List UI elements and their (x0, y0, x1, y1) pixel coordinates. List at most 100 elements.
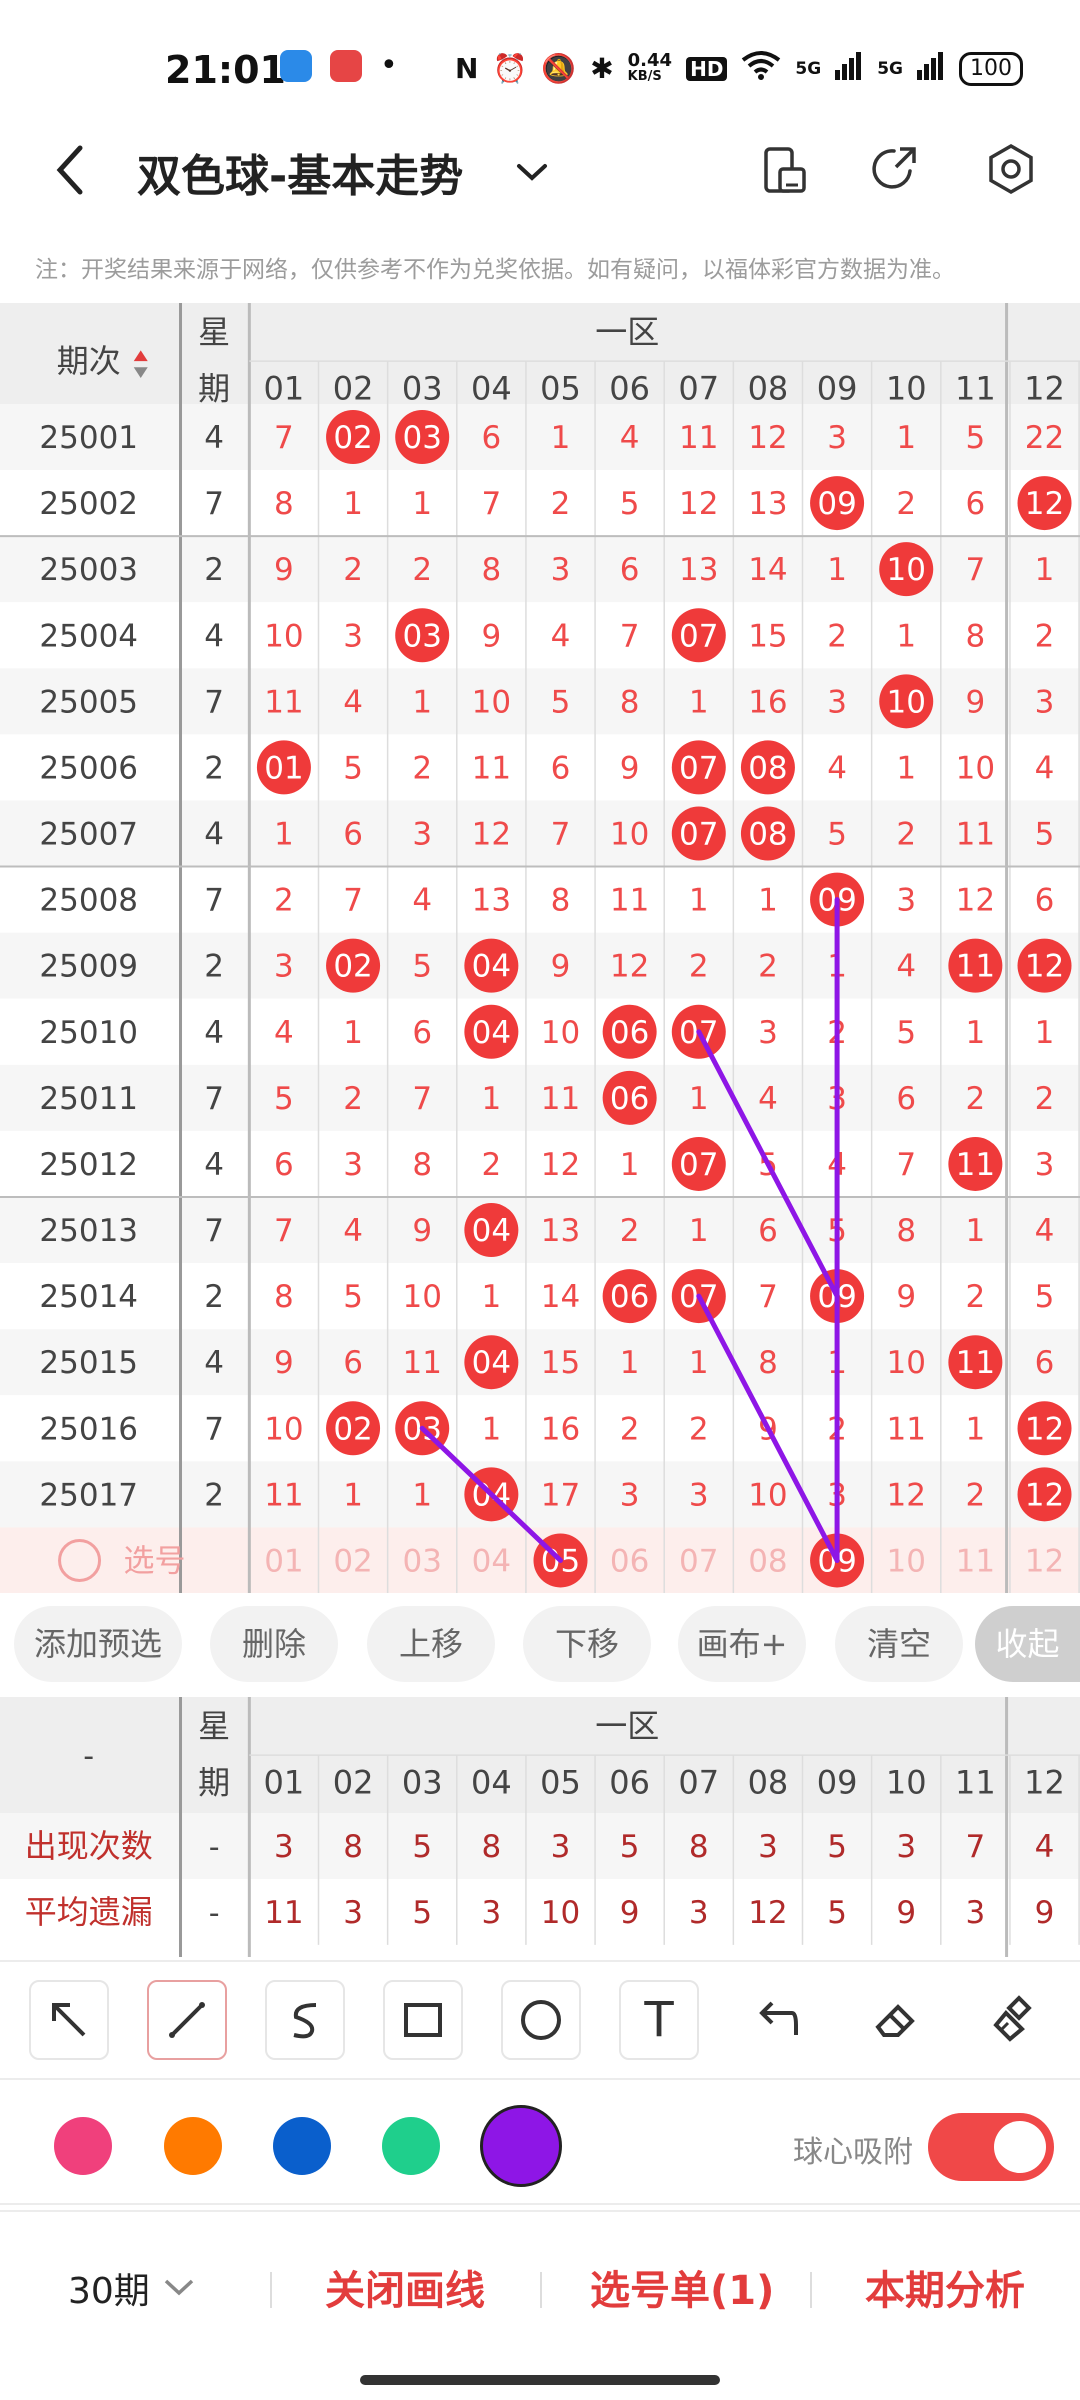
omission-cell: 13 (748, 486, 787, 522)
winning-ball-number: 06 (610, 1081, 649, 1117)
week-column-header-2: 期 (198, 1763, 230, 1801)
circle-tool[interactable] (501, 1980, 581, 2060)
omission-cell: 10 (264, 1411, 303, 1447)
number-column-header: 08 (748, 369, 789, 407)
week-cell: 7 (204, 883, 224, 919)
chevron-down-icon[interactable] (515, 160, 549, 188)
color-swatch-pink[interactable] (54, 2117, 112, 2175)
pick-number-option[interactable]: 11 (956, 1543, 995, 1579)
omission-cell: 1 (689, 883, 709, 919)
week-column-header-1: 星 (198, 313, 230, 351)
number-column-header: 07 (678, 369, 719, 407)
omission-cell: 11 (264, 684, 303, 720)
winning-ball-number: 02 (333, 949, 372, 985)
settings-gear-icon[interactable] (985, 143, 1037, 199)
week-column-header-1: 星 (198, 1707, 230, 1745)
number-column-header: 12 (1024, 1763, 1065, 1801)
pick-number-option[interactable]: 08 (748, 1543, 787, 1579)
pick-number-option[interactable]: 12 (1025, 1543, 1064, 1579)
color-swatch-blue[interactable] (273, 2117, 331, 2175)
omission-cell: 5 (827, 817, 847, 853)
status-bar: 21:01 • N ⏰ 🔕 ✱ 0.44 KB/S HD 5G 5G 100 (0, 0, 1080, 130)
omission-cell: 2 (620, 1411, 640, 1447)
pick-number-option[interactable]: 07 (679, 1543, 718, 1579)
signal-icon-1 (835, 50, 863, 87)
appearance-count-value: 5 (827, 1829, 847, 1865)
omission-cell: 11 (679, 420, 718, 456)
omission-cell: 15 (748, 618, 787, 654)
omission-cell: 1 (343, 1477, 363, 1513)
omission-cell: 10 (264, 618, 303, 654)
omission-cell: 7 (343, 883, 363, 919)
network-speed-unit: KB/S (627, 68, 662, 84)
pick-number-option[interactable]: 10 (886, 1543, 925, 1579)
week-cell: 7 (204, 1213, 224, 1249)
omission-cell: 4 (1035, 750, 1055, 786)
snap-toggle[interactable] (928, 2113, 1054, 2181)
color-swatch-purple[interactable] (480, 2105, 562, 2187)
omission-cell: 5 (965, 420, 985, 456)
omission-cell: 8 (274, 1279, 294, 1315)
canvas-plus-button[interactable]: 画布+ (678, 1606, 806, 1682)
color-palette: 球心吸附 (0, 2085, 1080, 2205)
omission-cell: 2 (896, 817, 916, 853)
week-cell: 7 (204, 1411, 224, 1447)
text-tool[interactable]: T (619, 1980, 699, 2060)
add-preselect-button[interactable]: 添加预选 (14, 1606, 182, 1682)
winning-ball-number: 08 (748, 750, 787, 786)
winning-ball-number: 11 (956, 949, 995, 985)
pick-number-option[interactable]: 01 (264, 1543, 303, 1579)
undo-button[interactable] (737, 1980, 817, 2060)
period-cell: 25017 (39, 1477, 138, 1513)
line-tool[interactable] (147, 1980, 227, 2060)
omission-cell: 11 (264, 1477, 303, 1513)
close-lines-button[interactable]: 关闭画线 (325, 2258, 485, 2316)
omission-cell: 7 (896, 1147, 916, 1183)
collapse-button[interactable]: 收起 (975, 1606, 1080, 1682)
pick-number-option[interactable]: 02 (333, 1543, 372, 1579)
pick-number-option[interactable]: 03 (402, 1543, 441, 1579)
device-rotate-icon[interactable] (760, 145, 810, 199)
trend-table-canvas: 期次星期一区01 02 03 04 05 06 07 08 09 10 11 1225001 4 7 02 0… (0, 303, 1080, 1594)
omission-cell: 16 (748, 684, 787, 720)
move-down-button[interactable]: 下移 (523, 1606, 651, 1682)
share-icon[interactable] (870, 143, 922, 199)
omission-cell: 1 (343, 486, 363, 522)
week-cell: 2 (204, 750, 224, 786)
rectangle-tool[interactable] (383, 1980, 463, 2060)
color-swatch-orange[interactable] (164, 2117, 222, 2175)
color-swatch-green[interactable] (382, 2117, 440, 2175)
period-column-header[interactable]: 期次 (57, 342, 121, 380)
omission-cell: 5 (1035, 817, 1055, 853)
week-cell: 4 (204, 420, 224, 456)
pick-number-option[interactable]: 04 (472, 1543, 511, 1579)
omission-cell: 9 (620, 750, 640, 786)
bottom-bar: 30期 关闭画线 选号单(1) 本期分析 (0, 2210, 1080, 2400)
period-count-selector[interactable]: 30期 (68, 2262, 196, 2314)
omission-cell: 5 (343, 750, 363, 786)
omission-cell: 4 (1035, 1213, 1055, 1249)
pick-number-option[interactable]: 06 (610, 1543, 649, 1579)
omission-cell: 10 (956, 750, 995, 786)
clear-button[interactable]: 清空 (835, 1606, 963, 1682)
avg-omission-label: 平均遗漏 (25, 1893, 153, 1931)
move-up-button[interactable]: 上移 (367, 1606, 495, 1682)
winning-ball-number: 01 (264, 750, 303, 786)
pick-list-button[interactable]: 选号单(1) (590, 2258, 774, 2316)
period-analysis-button[interactable]: 本期分析 (865, 2258, 1025, 2316)
eraser-button[interactable] (855, 1980, 935, 2060)
avg-omission-value: 3 (689, 1895, 709, 1931)
omission-cell: 4 (343, 1213, 363, 1249)
week-column-header-2: 期 (198, 369, 230, 407)
curve-tool[interactable] (265, 1980, 345, 2060)
omission-cell: 2 (965, 1279, 985, 1315)
omission-cell: 2 (274, 883, 294, 919)
arrow-tool[interactable] (29, 1980, 109, 2060)
back-arrow-icon[interactable] (50, 140, 90, 204)
week-cell: 4 (204, 1147, 224, 1183)
delete-button[interactable]: 删除 (210, 1606, 338, 1682)
omission-cell: 1 (689, 1081, 709, 1117)
clear-brush-button[interactable] (973, 1980, 1053, 2060)
page-title[interactable]: 双色球-基本走势 (137, 140, 463, 204)
period-cell: 25010 (39, 1015, 138, 1051)
